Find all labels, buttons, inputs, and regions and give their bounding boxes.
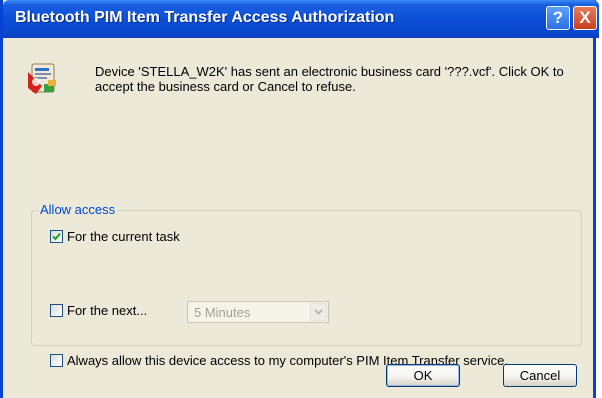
cancel-button[interactable]: Cancel: [503, 364, 577, 387]
close-button[interactable]: X: [573, 6, 597, 30]
allow-access-group: Allow access For the current task For th…: [31, 202, 582, 368]
dialog-message: Device 'STELLA_W2K' has sent an electron…: [95, 64, 564, 94]
ok-button[interactable]: OK: [386, 364, 460, 387]
help-button[interactable]: ?: [546, 6, 570, 30]
duration-value: 5 Minutes: [194, 305, 251, 320]
help-icon: ?: [552, 8, 564, 27]
duration-select[interactable]: 5 Minutes: [187, 301, 329, 323]
dialog-window: Bluetooth PIM Item Transfer Access Autho…: [0, 0, 599, 398]
title-bar[interactable]: Bluetooth PIM Item Transfer Access Autho…: [3, 0, 599, 38]
checkmark-icon: [52, 232, 61, 241]
always-checkbox[interactable]: [50, 354, 63, 367]
business-card-icon: [26, 62, 60, 96]
next-option[interactable]: For the next...: [50, 303, 147, 318]
current-task-option[interactable]: For the current task: [50, 229, 180, 244]
chevron-down-icon[interactable]: [310, 303, 327, 321]
window-title: Bluetooth PIM Item Transfer Access Autho…: [15, 9, 395, 26]
dialog-body: Device 'STELLA_W2K' has sent an electron…: [3, 38, 593, 398]
next-label: For the next...: [67, 303, 148, 318]
close-icon: X: [579, 8, 591, 27]
group-label: Allow access: [38, 202, 118, 217]
current-task-checkbox[interactable]: [50, 230, 63, 243]
current-task-label: For the current task: [67, 229, 180, 244]
next-checkbox[interactable]: [50, 304, 63, 317]
